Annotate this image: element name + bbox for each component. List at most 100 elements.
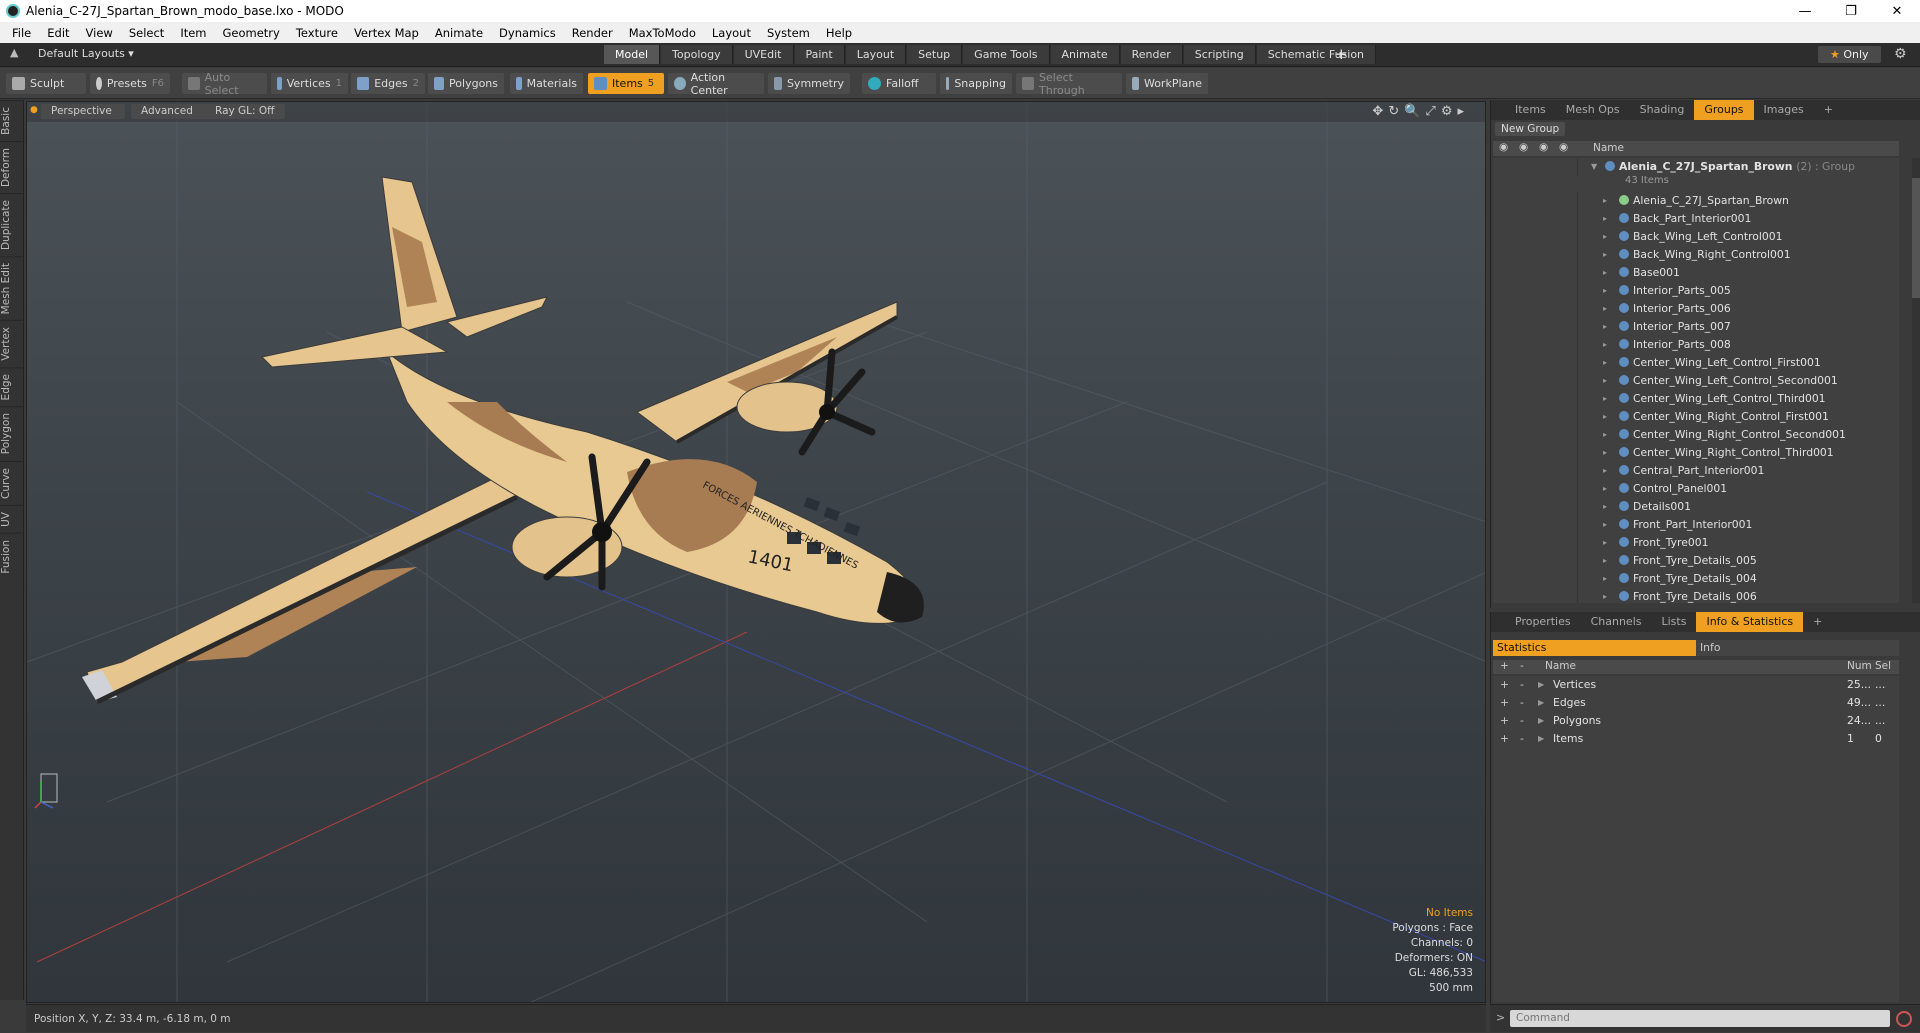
tab-render[interactable]: Render (1120, 45, 1183, 64)
expand-arrow-icon[interactable]: ▸ (1603, 588, 1607, 603)
plus-icon[interactable]: + (1500, 676, 1509, 694)
expand-arrow-icon[interactable]: ▸ (1603, 408, 1607, 426)
expand-arrow-icon[interactable]: ▸ (1603, 354, 1607, 372)
stat-sel-header[interactable]: Sel (1875, 660, 1891, 672)
default-layouts-dropdown[interactable]: Default Layouts ▾ (38, 47, 134, 60)
tab-items[interactable]: Items (1505, 100, 1556, 120)
tab-uvedit[interactable]: UVEdit (733, 45, 794, 64)
menu-layout[interactable]: Layout (704, 26, 759, 40)
list-item[interactable]: ▸ Back_Part_Interior001 (1493, 210, 1899, 228)
menu-select[interactable]: Select (121, 26, 172, 40)
tab-schematic-fusion[interactable]: Schematic Fusion (1256, 45, 1377, 64)
viewport-settings-icon[interactable]: ⚙ (1441, 104, 1458, 119)
tab-setup[interactable]: Setup (907, 45, 963, 64)
groups-scrollbar[interactable] (1912, 158, 1920, 603)
add-panel-tab-icon[interactable]: + (1814, 100, 1843, 120)
list-item[interactable]: ▸ Front_Tyre_Details_004 (1493, 570, 1899, 588)
expand-arrow-icon[interactable]: ▶ (1538, 694, 1544, 712)
tab-mesh-ops[interactable]: Mesh Ops (1556, 100, 1630, 120)
list-item[interactable]: ▸ Control_Panel001 (1493, 480, 1899, 498)
expand-arrow-icon[interactable]: ▸ (1603, 498, 1607, 516)
list-item[interactable]: ▸ Front_Tyre_Details_006 (1493, 588, 1899, 603)
sculpt-button[interactable]: Sculpt (6, 73, 86, 94)
expand-arrow-icon[interactable]: ▸ (1603, 192, 1607, 210)
list-item[interactable]: ▸ Interior_Parts_007 (1493, 318, 1899, 336)
stat-name-header[interactable]: Name (1545, 660, 1576, 672)
tab-game-tools[interactable]: Game Tools (963, 45, 1050, 64)
tab-topology[interactable]: Topology (661, 45, 733, 64)
expand-arrow-icon[interactable]: ▸ (1603, 372, 1607, 390)
advanced-dropdown[interactable]: Advanced (131, 104, 215, 119)
record-icon[interactable] (1896, 1011, 1912, 1027)
list-item[interactable]: ▸ Front_Tyre001 (1493, 534, 1899, 552)
left-tab-duplicate[interactable]: Duplicate (0, 192, 24, 256)
stat-row[interactable]: + - ▶ Items 1 0 (1493, 730, 1899, 748)
list-item[interactable]: ▸ Interior_Parts_005 (1493, 282, 1899, 300)
expand-arrow-icon[interactable]: ▸ (1457, 104, 1469, 119)
restore-icon[interactable]: ❐ (1828, 0, 1874, 22)
add-tab-icon[interactable]: + (1335, 45, 1348, 63)
fit-icon[interactable]: ⤢ (1425, 104, 1440, 119)
tab-model[interactable]: Model (604, 45, 661, 64)
edges-button[interactable]: Edges 2 (351, 73, 425, 94)
expand-arrow-icon[interactable]: ▸ (1603, 462, 1607, 480)
list-item[interactable]: ▸ Center_Wing_Left_Control_Third001 (1493, 390, 1899, 408)
items-button[interactable]: Items 5 (588, 73, 664, 94)
only-button[interactable]: ★ Only (1818, 46, 1881, 63)
expand-arrow-icon[interactable]: ▸ (1603, 318, 1607, 336)
perspective-dropdown[interactable]: Perspective (41, 104, 125, 119)
collapse-icon[interactable]: ▲ (10, 46, 18, 59)
expand-arrow-icon[interactable]: ▸ (1603, 552, 1607, 570)
tab-animate[interactable]: Animate (1050, 45, 1120, 64)
menu-view[interactable]: View (78, 26, 121, 40)
left-tab-mesh-edit[interactable]: Mesh Edit (0, 255, 24, 321)
tab-shading[interactable]: Shading (1630, 100, 1695, 120)
snapping-button[interactable]: Snapping (940, 73, 1012, 94)
left-tab-basic[interactable]: Basic (0, 100, 24, 141)
list-item[interactable]: ▸ Back_Wing_Right_Control001 (1493, 246, 1899, 264)
ray-gl-toggle[interactable]: Ray GL: Off (205, 104, 285, 119)
expand-arrow-icon[interactable]: ▸ (1603, 336, 1607, 354)
stat-num-header[interactable]: Num (1847, 660, 1872, 672)
move-view-icon[interactable]: ✥ (1372, 104, 1388, 119)
stat-row[interactable]: + - ▶ Edges 49...... (1493, 694, 1899, 712)
expand-arrow-icon[interactable]: ▸ (1603, 570, 1607, 588)
menu-render[interactable]: Render (564, 26, 621, 40)
collapse-arrow-icon[interactable]: ▼ (1591, 158, 1597, 176)
expand-arrow-icon[interactable]: ▸ (1603, 246, 1607, 264)
info-tab[interactable]: Info (1696, 640, 1899, 656)
presets-button[interactable]: Presets F6 (90, 73, 170, 94)
left-tab-polygon[interactable]: Polygon (0, 406, 24, 461)
visibility-columns[interactable] (1493, 158, 1578, 176)
expand-arrow-icon[interactable]: ▸ (1603, 282, 1607, 300)
tab-properties[interactable]: Properties (1505, 612, 1581, 632)
gear-icon[interactable]: ⚙ (1894, 46, 1907, 62)
command-input[interactable]: Command (1510, 1010, 1890, 1027)
menu-help[interactable]: Help (818, 26, 860, 40)
tab-groups[interactable]: Groups (1694, 100, 1754, 120)
list-item[interactable]: ▸ Center_Wing_Left_Control_First001 (1493, 354, 1899, 372)
tab-lists[interactable]: Lists (1652, 612, 1697, 632)
tab-layout[interactable]: Layout (845, 45, 907, 64)
expand-arrow-icon[interactable]: ▶ (1538, 712, 1544, 730)
menu-edit[interactable]: Edit (39, 26, 77, 40)
expand-arrow-icon[interactable]: ▸ (1603, 300, 1607, 318)
expand-arrow-icon[interactable]: ▸ (1603, 444, 1607, 462)
menu-animate[interactable]: Animate (427, 26, 491, 40)
menu-system[interactable]: System (759, 26, 818, 40)
list-item[interactable]: ▸ Center_Wing_Right_Control_Second001 (1493, 426, 1899, 444)
tab-scripting[interactable]: Scripting (1183, 45, 1256, 64)
list-item[interactable]: ▸ Front_Tyre_Details_005 (1493, 552, 1899, 570)
menu-texture[interactable]: Texture (288, 26, 346, 40)
left-tab-vertex[interactable]: Vertex (0, 320, 24, 367)
symmetry-button[interactable]: Symmetry (768, 73, 850, 94)
minus-icon[interactable]: - (1520, 676, 1524, 694)
workplane-button[interactable]: WorkPlane (1126, 73, 1208, 94)
polygons-button[interactable]: Polygons (428, 73, 504, 94)
list-item[interactable]: ▸ Center_Wing_Right_Control_Third001 (1493, 444, 1899, 462)
action-center-button[interactable]: Action Center (668, 71, 764, 97)
3d-viewport[interactable]: FORCES AERIENNES TCHADIENNES 1401 ● Pers… (26, 101, 1486, 1003)
menu-item[interactable]: Item (172, 26, 214, 40)
plus-icon[interactable]: + (1500, 730, 1509, 748)
aircraft-model[interactable]: FORCES AERIENNES TCHADIENNES 1401 (82, 176, 924, 705)
